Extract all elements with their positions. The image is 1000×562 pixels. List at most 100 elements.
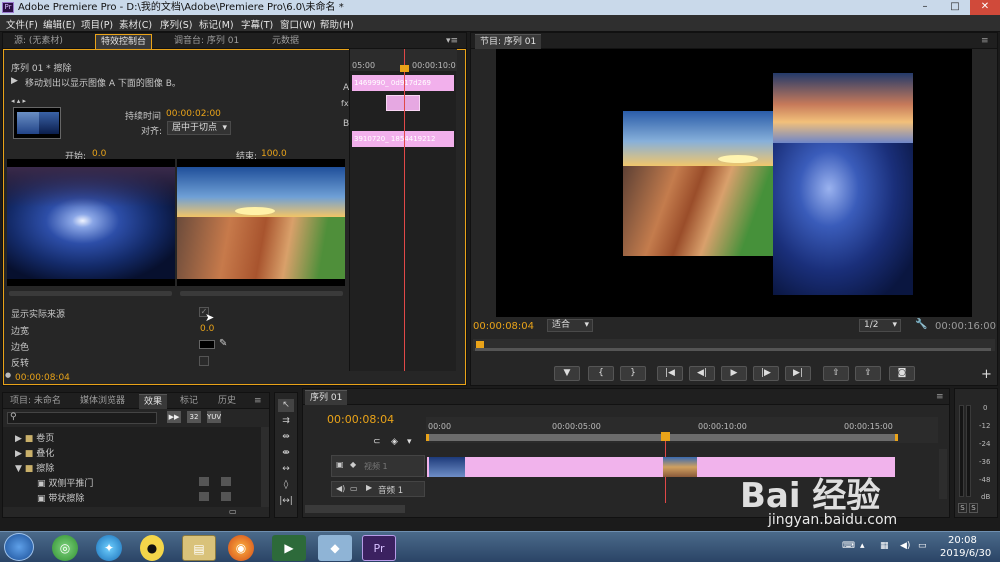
snap-icon[interactable]: ⊂ bbox=[373, 437, 381, 447]
reverse-checkbox[interactable] bbox=[199, 356, 209, 366]
rate-stretch-tool-icon[interactable]: ↔ bbox=[278, 463, 294, 476]
tree-item-dissolve[interactable]: ▶ ■ 叠化 bbox=[15, 446, 54, 459]
menu-clip[interactable]: 素材(C) bbox=[119, 17, 152, 31]
set-marker-icon[interactable]: ◈ bbox=[391, 437, 398, 447]
solo-left-button[interactable]: S bbox=[958, 503, 967, 513]
menu-title[interactable]: 字幕(T) bbox=[241, 17, 273, 31]
tab-history[interactable]: 历史 bbox=[213, 394, 241, 409]
mini-playhead[interactable] bbox=[404, 49, 405, 371]
speaker-icon[interactable]: ◀) bbox=[336, 484, 345, 493]
timeline-timecode[interactable]: 00:00:08:04 bbox=[327, 413, 394, 426]
volume-icon[interactable]: ◀) bbox=[900, 541, 910, 551]
solo-right-button[interactable]: S bbox=[969, 503, 978, 513]
play-transition-icon[interactable]: ▶ bbox=[11, 76, 18, 86]
step-back-button[interactable]: ◀| bbox=[689, 366, 715, 381]
accelerated-effects-icon[interactable]: ▶▶ bbox=[167, 411, 181, 423]
tree-item-double-door[interactable]: ▣ 双侧平推门 bbox=[37, 476, 93, 489]
premiere-taskbar-icon[interactable]: Pr bbox=[362, 535, 396, 561]
menu-window[interactable]: 窗口(W) bbox=[280, 17, 316, 31]
menu-sequence[interactable]: 序列(S) bbox=[160, 17, 192, 31]
toggle-output-icon[interactable]: ▣ bbox=[336, 460, 344, 469]
maximize-button[interactable]: □ bbox=[940, 0, 970, 15]
clock-date[interactable]: 2019/6/30 bbox=[940, 548, 991, 559]
edge-selector-icon[interactable]: ◂ ▴ ▸ bbox=[11, 97, 26, 105]
fit-dropdown[interactable]: 适合 ▾ bbox=[547, 319, 593, 332]
extract-button[interactable]: ⇪ bbox=[855, 366, 881, 381]
tab-audio-mixer[interactable]: 调音台: 序列 01 bbox=[169, 34, 244, 49]
end-slider[interactable] bbox=[180, 291, 343, 296]
tab-program[interactable]: 节目: 序列 01 bbox=[475, 34, 542, 49]
razor-tool-icon[interactable]: ◊ bbox=[278, 479, 294, 492]
duration-value[interactable]: 00:00:02:00 bbox=[166, 109, 221, 119]
yuv-effects-icon[interactable]: YUV bbox=[207, 411, 221, 423]
selection-tool-icon[interactable]: ↖ bbox=[278, 399, 294, 412]
eyedropper-icon[interactable]: ✎ bbox=[219, 338, 227, 349]
firefox-icon[interactable]: ◉ bbox=[228, 535, 254, 561]
program-viewer[interactable] bbox=[496, 49, 972, 317]
program-panel-menu-icon[interactable]: ≡ bbox=[976, 34, 994, 49]
close-button[interactable]: ✕ bbox=[970, 0, 1000, 15]
clock-time[interactable]: 20:08 bbox=[948, 535, 977, 546]
rolling-edit-tool-icon[interactable]: ⇼ bbox=[278, 447, 294, 460]
mark-in-button[interactable]: { bbox=[588, 366, 614, 381]
export-frame-button[interactable]: ◙ bbox=[889, 366, 915, 381]
tray-arrow-icon[interactable]: ▴ bbox=[860, 541, 865, 551]
tree-item-page-peel[interactable]: ▶ ■ 卷页 bbox=[15, 431, 54, 444]
step-forward-button[interactable]: |▶ bbox=[753, 366, 779, 381]
panel-menu-icon[interactable]: ▾≡ bbox=[441, 34, 463, 49]
timeline-ruler[interactable]: 00:00 00:00:05:00 00:00:10:00 00:00:15:0… bbox=[426, 417, 938, 443]
mini-playhead-handle[interactable] bbox=[400, 65, 409, 72]
start-slider[interactable] bbox=[9, 291, 172, 296]
32bit-effects-icon[interactable]: 32 bbox=[187, 411, 201, 423]
lock-icon[interactable]: ◆ bbox=[350, 460, 356, 469]
start-button[interactable] bbox=[4, 533, 34, 561]
transition-thumbnail[interactable] bbox=[13, 107, 61, 139]
menu-edit[interactable]: 编辑(E) bbox=[43, 17, 75, 31]
timeline-panel-menu-icon[interactable]: ≡ bbox=[931, 390, 949, 405]
mark-out-button[interactable]: } bbox=[620, 366, 646, 381]
file-explorer-icon[interactable]: ▤ bbox=[182, 535, 216, 561]
go-to-in-button[interactable]: |◀ bbox=[657, 366, 683, 381]
audio-track-header[interactable]: ◀) ▭ ▶ 音频 1 bbox=[331, 481, 425, 497]
effect-panel-timecode[interactable]: 00:00:08:04 bbox=[15, 373, 70, 383]
menu-file[interactable]: 文件(F) bbox=[6, 17, 38, 31]
tab-effect-controls[interactable]: 特效控制台 bbox=[95, 34, 153, 49]
lift-button[interactable]: ⇧ bbox=[823, 366, 849, 381]
video-editor-icon[interactable]: ▶ bbox=[272, 535, 306, 561]
timeline-vertical-scrollbar[interactable] bbox=[939, 449, 947, 499]
program-zoom-bar[interactable] bbox=[475, 348, 991, 351]
add-button-icon[interactable]: + bbox=[981, 367, 992, 382]
go-to-out-button[interactable]: ▶| bbox=[785, 366, 811, 381]
tab-metadata[interactable]: 元数据 bbox=[267, 34, 304, 49]
tree-item-wipe[interactable]: ▼ ■ 擦除 bbox=[15, 461, 54, 474]
tab-project[interactable]: 项目: 未命名 bbox=[5, 394, 66, 409]
slip-tool-icon[interactable]: |↔| bbox=[278, 495, 294, 508]
mini-clip-b[interactable]: 3910720_ 1854419212 bbox=[352, 131, 454, 147]
track-select-tool-icon[interactable]: ⇉ bbox=[278, 415, 294, 428]
notes-icon[interactable]: ◆ bbox=[318, 535, 352, 561]
action-center-icon[interactable]: ▭ bbox=[918, 541, 927, 551]
media-player-icon[interactable]: ✦ bbox=[96, 535, 122, 561]
add-marker-button[interactable]: ▼ bbox=[554, 366, 580, 381]
browser-360-icon[interactable]: ◎ bbox=[52, 535, 78, 561]
tree-item-band-wipe[interactable]: ▣ 带状擦除 bbox=[37, 491, 84, 504]
start-value[interactable]: 0.0 bbox=[92, 149, 106, 159]
qq-icon[interactable]: ● bbox=[140, 535, 164, 561]
resolution-dropdown[interactable]: 1/2 ▾ bbox=[859, 319, 901, 332]
keyboard-icon[interactable]: ⌨ bbox=[842, 541, 855, 551]
minimize-button[interactable]: – bbox=[910, 0, 940, 15]
tab-effects[interactable]: 效果 bbox=[139, 394, 168, 409]
video-track-header[interactable]: ▣ ◆ 视频 1 bbox=[331, 455, 425, 477]
tab-markers[interactable]: 标记 bbox=[175, 394, 203, 409]
network-icon[interactable]: ▦ bbox=[880, 541, 889, 551]
effects-scrollbar[interactable] bbox=[261, 427, 269, 507]
new-bin-icon[interactable]: ▭ bbox=[229, 507, 237, 516]
border-color-swatch[interactable] bbox=[199, 340, 215, 349]
tab-sequence-01[interactable]: 序列 01 bbox=[305, 390, 348, 405]
play-button[interactable]: ▶ bbox=[721, 366, 747, 381]
program-scrub-bar[interactable] bbox=[473, 339, 995, 351]
program-playhead-handle[interactable] bbox=[476, 341, 484, 348]
tab-source[interactable]: 源: (无素材) bbox=[9, 34, 68, 49]
menu-marker[interactable]: 标记(M) bbox=[199, 17, 234, 31]
tab-media-browser[interactable]: 媒体浏览器 bbox=[75, 394, 130, 409]
